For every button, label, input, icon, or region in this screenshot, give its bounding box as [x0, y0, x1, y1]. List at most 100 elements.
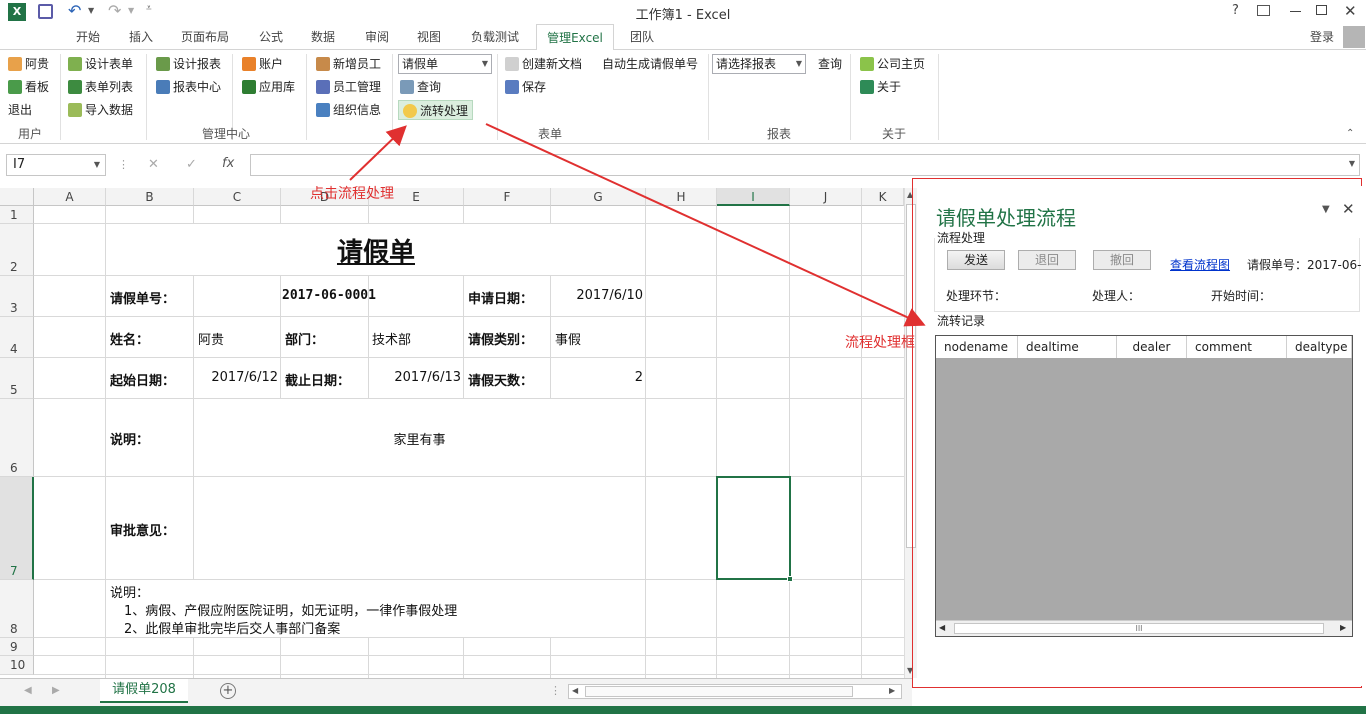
sheet-tab[interactable]: 请假单208 [100, 679, 188, 703]
column-header[interactable]: H [646, 188, 717, 206]
row-header[interactable]: 9 [0, 638, 34, 656]
query-report-button[interactable]: 查询 [818, 54, 842, 74]
column-header[interactable]: C [194, 188, 281, 206]
form-list-button[interactable]: 表单列表 [68, 77, 133, 97]
column-header[interactable]: I [717, 188, 790, 206]
selected-cell-i7[interactable] [716, 476, 791, 580]
flow-process-button[interactable]: 流转处理 [398, 100, 474, 120]
expand-formula-icon[interactable]: ▼ [1349, 159, 1355, 168]
tab-team[interactable]: 团队 [620, 24, 664, 50]
panel-options-icon[interactable]: ▼ [1322, 204, 1330, 215]
import-data-button[interactable]: 导入数据 [68, 100, 133, 120]
column-header[interactable]: K [862, 188, 904, 206]
create-document-button[interactable]: 创建新文档 [505, 54, 582, 74]
scroll-right-icon[interactable]: ▶ [1340, 623, 1346, 632]
row-header[interactable]: 8 [0, 580, 34, 638]
row-header[interactable]: 6 [0, 399, 34, 477]
employee-manage-button[interactable]: 员工管理 [316, 77, 381, 97]
tab-load-test[interactable]: 负载测试 [460, 24, 530, 50]
app-store-button[interactable]: 应用库 [242, 77, 295, 97]
save-form-button[interactable]: 保存 [505, 77, 546, 97]
tab-insert[interactable]: 插入 [118, 24, 164, 50]
tab-page-layout[interactable]: 页面布局 [172, 24, 238, 50]
minimize-icon[interactable] [1290, 11, 1301, 12]
tab-review[interactable]: 审阅 [354, 24, 400, 50]
account-button[interactable]: 账户 [242, 54, 283, 74]
panel-close-icon[interactable]: ✕ [1342, 200, 1355, 218]
enter-formula-icon[interactable]: ✓ [186, 157, 197, 172]
add-employee-button[interactable]: 新增员工 [316, 54, 381, 74]
column-header[interactable]: nodename [936, 336, 1018, 358]
name-box[interactable]: I7 ▼ [6, 154, 106, 176]
restore-icon[interactable] [1316, 5, 1327, 15]
tab-data[interactable]: 数据 [300, 24, 346, 50]
column-header[interactable]: dealtime [1018, 336, 1117, 358]
table-h-scrollbar[interactable]: ◀ III ▶ [936, 620, 1352, 636]
column-header[interactable]: dealtype [1287, 336, 1352, 358]
query-form-button[interactable]: 查询 [400, 77, 441, 97]
scroll-left-icon[interactable]: ◀ [939, 623, 945, 632]
avatar[interactable] [1343, 26, 1365, 48]
design-report-button[interactable]: 设计报表 [156, 54, 221, 74]
tab-manage-excel[interactable]: 管理Excel [536, 24, 614, 51]
ribbon-display-icon[interactable] [1257, 5, 1270, 16]
link-icon [860, 57, 874, 71]
column-header[interactable]: B [106, 188, 194, 206]
help-icon[interactable]: ? [1232, 3, 1239, 18]
spreadsheet-grid[interactable]: A B C D E F G H I J K 1 2 3 4 5 6 7 8 9 … [0, 188, 904, 678]
flow-records-table[interactable]: nodename dealtime dealer comment dealtyp… [935, 335, 1353, 637]
tab-formulas[interactable]: 公式 [246, 24, 296, 50]
scroll-right-icon[interactable]: ▶ [889, 686, 895, 695]
about-button[interactable]: 关于 [860, 77, 901, 97]
tab-view[interactable]: 视图 [406, 24, 452, 50]
column-header[interactable]: dealer [1117, 336, 1187, 358]
send-button[interactable]: 发送 [947, 250, 1005, 270]
flow-process-icon [403, 104, 417, 118]
row-header[interactable]: 4 [0, 317, 34, 358]
dashboard-button[interactable]: 看板 [8, 77, 49, 97]
insert-function-icon[interactable]: fx [222, 156, 234, 171]
close-window-icon[interactable]: ✕ [1344, 2, 1357, 20]
view-flowchart-link[interactable]: 查看流程图 [1170, 256, 1230, 273]
group-label-about: 关于 [881, 127, 906, 141]
user-agui-button[interactable]: 阿贵 [8, 54, 49, 74]
column-header[interactable]: G [551, 188, 646, 206]
collapse-ribbon-icon[interactable]: ⌃ [1346, 128, 1354, 139]
sheet-next-icon[interactable]: ▶ [52, 685, 60, 696]
horizontal-scrollbar[interactable]: ◀ ▶ [568, 684, 902, 699]
grid-line [193, 399, 194, 580]
row-header[interactable]: 5 [0, 358, 34, 399]
column-header[interactable]: F [464, 188, 551, 206]
form-select[interactable]: 请假单 ▼ [398, 54, 492, 74]
h-scroll-thumb[interactable] [585, 686, 853, 697]
report-center-button[interactable]: 报表中心 [156, 77, 221, 97]
cancel-formula-icon[interactable]: ✕ [148, 157, 159, 172]
column-header[interactable]: A [34, 188, 106, 206]
select-all-corner[interactable] [0, 188, 34, 206]
sheet-prev-icon[interactable]: ◀ [24, 685, 32, 696]
row-header[interactable]: 1 [0, 206, 34, 224]
org-info-button[interactable]: 组织信息 [316, 100, 381, 120]
design-form-button[interactable]: 设计表单 [68, 54, 133, 74]
row-header[interactable]: 7 [0, 477, 34, 580]
row-header[interactable]: 10 [0, 656, 34, 675]
add-sheet-icon[interactable]: + [220, 683, 236, 699]
scroll-left-icon[interactable]: ◀ [572, 686, 578, 695]
column-header[interactable]: comment [1187, 336, 1287, 358]
column-header[interactable]: J [790, 188, 862, 206]
tab-home[interactable]: 开始 [66, 24, 110, 50]
return-button[interactable]: 退回 [1018, 250, 1076, 270]
company-home-button[interactable]: 公司主页 [860, 54, 925, 74]
login-link[interactable]: 登录 [1300, 24, 1344, 50]
row-header[interactable]: 2 [0, 224, 34, 276]
report-select[interactable]: 请选择报表 ▼ [712, 54, 806, 74]
logout-button[interactable]: 退出 [8, 100, 32, 120]
table-scroll-thumb[interactable]: III [954, 623, 1324, 634]
auto-number-button[interactable]: 自动生成请假单号 [602, 54, 698, 74]
row-header[interactable]: 3 [0, 276, 34, 317]
tab-splitter-icon[interactable]: ⋮ [550, 684, 561, 697]
revoke-button[interactable]: 撤回 [1093, 250, 1151, 270]
fill-handle[interactable] [787, 576, 793, 582]
formula-input[interactable]: ▼ [250, 154, 1360, 176]
grid-line [193, 638, 194, 678]
